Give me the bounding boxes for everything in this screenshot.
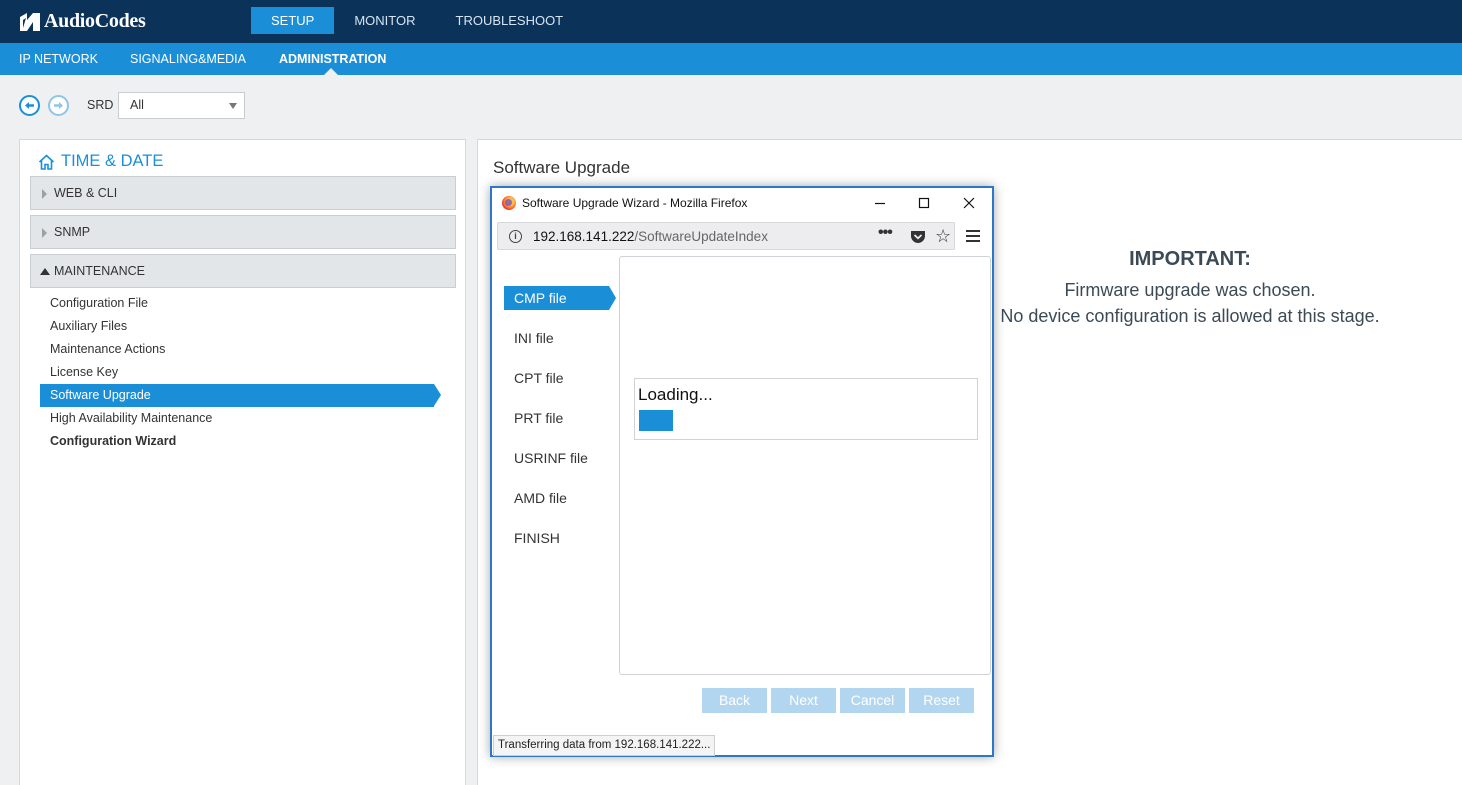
chevron-down-icon — [229, 103, 237, 109]
menu-item-maintenance-actions[interactable]: Maintenance Actions — [40, 338, 165, 361]
url-path: /SoftwareUpdateIndex — [634, 229, 768, 244]
back-nav-button[interactable] — [19, 95, 40, 116]
sub-nav-ip-network[interactable]: IP NETWORK — [19, 43, 98, 75]
menu-item-configuration-file[interactable]: Configuration File — [40, 292, 148, 315]
url-bar[interactable]: i 192.168.141.222/SoftwareUpdateIndex ••… — [497, 222, 955, 250]
menu-item-high-availability-maintenance[interactable]: High Availability Maintenance — [40, 407, 212, 430]
srd-select[interactable]: All — [118, 92, 245, 119]
wizard-step-usrinf-file[interactable]: USRINF file — [504, 446, 614, 470]
expand-arrow-icon — [42, 228, 47, 238]
status-bar: Transferring data from 192.168.141.222..… — [493, 735, 716, 756]
menu-item-configuration-wizard[interactable]: Configuration Wizard — [40, 430, 176, 453]
sub-nav-signaling-media[interactable]: SIGNALING&MEDIA — [130, 43, 246, 75]
minimize-icon[interactable] — [870, 193, 890, 213]
collapse-arrow-icon — [40, 268, 50, 275]
section-web-cli[interactable]: WEB & CLI — [30, 176, 456, 210]
top-nav: SETUP MONITOR TROUBLESHOOT — [251, 7, 583, 34]
url-text[interactable]: 192.168.141.222/SoftwareUpdateIndex — [533, 229, 768, 244]
section-label: MAINTENANCE — [54, 264, 145, 278]
logo-icon — [20, 12, 40, 31]
page-title: Software Upgrade — [493, 158, 631, 177]
menu-item-software-upgrade[interactable]: Software Upgrade — [40, 384, 441, 407]
top-nav-setup[interactable]: SETUP — [251, 7, 335, 34]
section-maintenance[interactable]: MAINTENANCE — [30, 254, 456, 288]
top-nav-monitor[interactable]: MONITOR — [334, 7, 435, 34]
section-snmp[interactable]: SNMP — [30, 215, 456, 249]
arrow-right-icon — [54, 102, 63, 109]
important-notice: IMPORTANT: Firmware upgrade was chosen. … — [990, 248, 1390, 329]
wizard-step-cmp-file[interactable]: CMP file — [504, 286, 616, 310]
wizard-step-ini-file[interactable]: INI file — [504, 326, 614, 350]
brand-name: AudioCodes — [44, 10, 146, 32]
url-host: 192.168.141.222 — [533, 229, 635, 244]
section-label: SNMP — [54, 225, 91, 239]
next-button[interactable]: Next — [771, 688, 836, 713]
menu-item-license-key[interactable]: License Key — [40, 361, 118, 384]
nav-panel-title[interactable]: TIME & DATE — [38, 152, 163, 171]
cancel-button[interactable]: Cancel — [840, 688, 905, 713]
pocket-icon[interactable] — [910, 230, 926, 244]
reset-button[interactable]: Reset — [909, 688, 974, 713]
expand-arrow-icon — [42, 189, 47, 199]
sub-nav-bar: IP NETWORK SIGNALING&MEDIA ADMINISTRATIO… — [0, 43, 1462, 75]
wizard-step-cpt-file[interactable]: CPT file — [504, 366, 614, 390]
srd-selected-value: All — [130, 98, 144, 112]
window-title: Software Upgrade Wizard - Mozilla Firefo… — [522, 196, 748, 210]
wizard-content-area: Loading... — [619, 256, 991, 675]
bookmark-star-icon[interactable]: ☆ — [935, 227, 951, 245]
wizard-step-prt-file[interactable]: PRT file — [504, 406, 614, 430]
navigation-panel: TIME & DATE WEB & CLI SNMP MAINTENANCE C… — [19, 139, 466, 785]
top-header-bar: AudioCodes SETUP MONITOR TROUBLESHOOT — [0, 0, 1462, 43]
firefox-icon — [502, 196, 516, 210]
window-title-bar[interactable]: Software Upgrade Wizard - Mozilla Firefo… — [492, 188, 992, 218]
loading-progress-bar — [639, 410, 673, 431]
info-icon[interactable]: i — [509, 230, 522, 243]
active-tab-caret — [324, 68, 338, 75]
nav-panel-title-text: TIME & DATE — [61, 152, 164, 170]
wizard-step-amd-file[interactable]: AMD file — [504, 486, 614, 510]
loading-text: Loading... — [638, 385, 713, 404]
wizard-step-finish[interactable]: FINISH — [504, 526, 614, 550]
important-heading: IMPORTANT: — [1129, 248, 1251, 270]
menu-hamburger-icon[interactable] — [966, 230, 980, 245]
maximize-icon[interactable] — [914, 193, 934, 213]
top-nav-troubleshoot[interactable]: TROUBLESHOOT — [436, 7, 584, 34]
loading-panel: Loading... — [634, 378, 978, 440]
audiocodes-logo[interactable]: AudioCodes — [19, 10, 146, 33]
important-line-1: Firmware upgrade was chosen. — [1064, 280, 1316, 300]
home-icon — [38, 153, 55, 170]
close-icon[interactable] — [959, 193, 979, 213]
software-upgrade-wizard-window: Software Upgrade Wizard - Mozilla Firefo… — [490, 186, 994, 757]
section-label: WEB & CLI — [54, 186, 118, 200]
page-actions-icon[interactable]: ••• — [878, 224, 893, 242]
arrow-left-icon — [25, 102, 34, 109]
important-line-2: No device configuration is allowed at th… — [1000, 306, 1380, 326]
srd-label: SRD — [87, 98, 114, 112]
back-button[interactable]: Back — [702, 688, 767, 713]
forward-nav-button[interactable] — [48, 95, 69, 116]
menu-item-auxiliary-files[interactable]: Auxiliary Files — [40, 315, 127, 338]
